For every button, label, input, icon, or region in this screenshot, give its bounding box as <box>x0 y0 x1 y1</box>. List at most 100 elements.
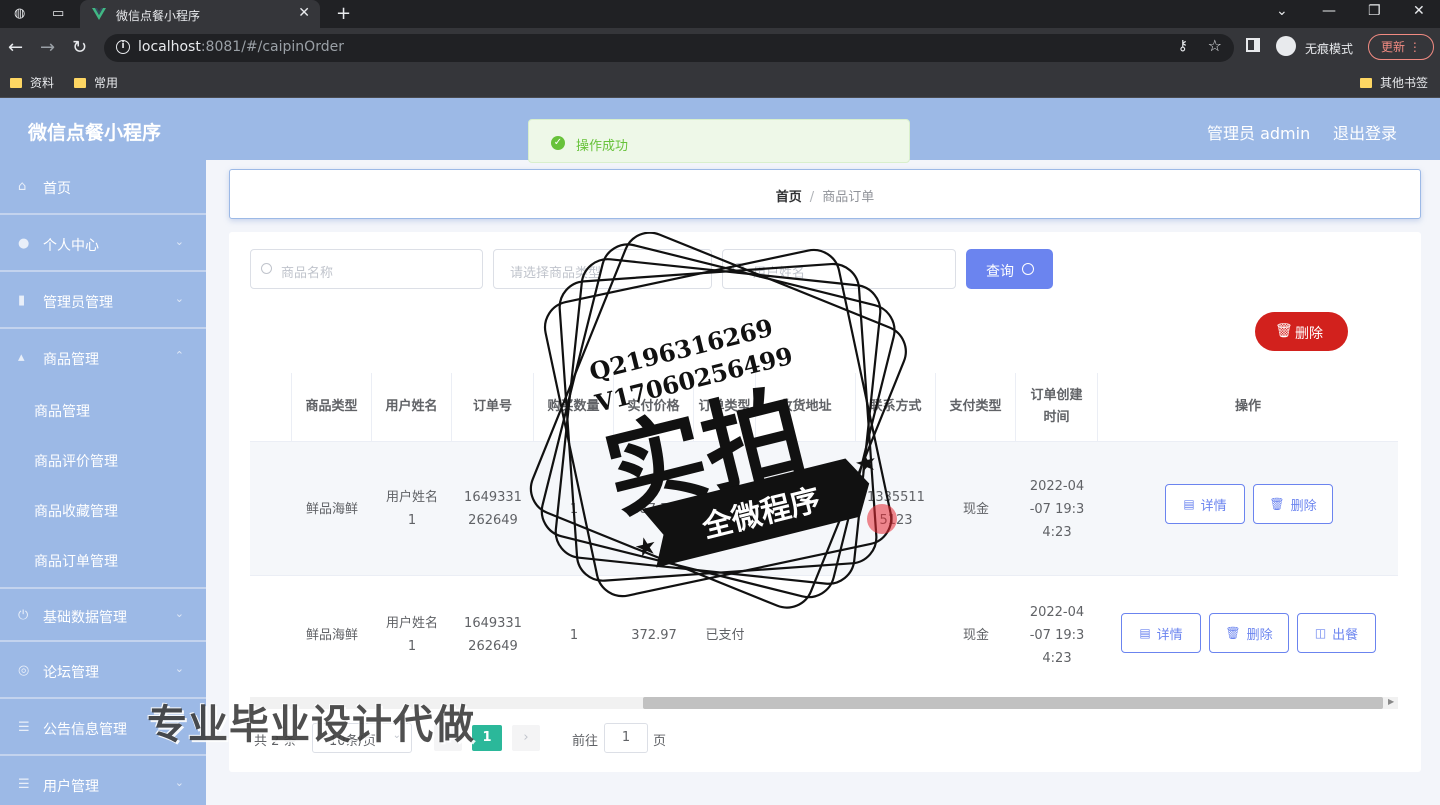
button-label: 查询 <box>986 264 1014 280</box>
sidebar-item-admins[interactable]: ▮ 管理员管理 ⌄ <box>0 274 206 329</box>
home-icon: ⌂ <box>18 179 27 194</box>
cell-created: 2022-04-07 19:34:23 <box>1029 478 1085 540</box>
sidebar-item-base-data[interactable]: ⏻ 基础数据管理 ⌄ <box>0 587 206 642</box>
scroll-right-icon[interactable]: ▶ <box>1388 697 1394 706</box>
update-button[interactable]: 更新 ⋮ <box>1368 34 1434 60</box>
click-indicator <box>867 504 897 534</box>
sidebar-item-label: 公告信息管理 <box>43 722 127 738</box>
minimize-icon[interactable]: — <box>1322 3 1336 19</box>
trash-icon: 🗑 <box>1275 323 1293 339</box>
delete-button[interactable]: 🗑 删除 <box>1209 613 1289 653</box>
close-tab-icon[interactable]: ✕ <box>298 5 310 21</box>
folder-icon <box>74 78 86 88</box>
cell-order-no: 1649331262649 <box>464 490 522 528</box>
sidebar-item-label: 论坛管理 <box>43 665 99 681</box>
cell-pay-type: 现金 <box>962 501 989 517</box>
list-icon: ☰ <box>18 720 30 735</box>
admin-label: 管理员 admin <box>1207 124 1311 143</box>
url-text: localhost:8081/#/caipinOrder <box>138 39 344 55</box>
browser-tab[interactable]: 微信点餐小程序 ✕ <box>80 0 320 28</box>
detail-button[interactable]: ▤ 详情 <box>1165 484 1245 524</box>
chevron-down-icon: ⌄ <box>174 235 184 248</box>
close-window-icon[interactable]: ✕ <box>1413 3 1425 19</box>
bookmark-folder-ziliao[interactable]: 资料 <box>10 74 54 91</box>
folder-icon <box>1360 78 1372 88</box>
chevron-down-icon: ⌄ <box>174 292 184 305</box>
chevron-down-icon: ⌄ <box>174 607 184 620</box>
vue-logo-icon <box>92 8 106 20</box>
trash-icon: 🗑 <box>1269 497 1285 511</box>
thumb-icon: ▴ <box>18 350 25 365</box>
chevron-down-icon[interactable]: ⌄ <box>1276 3 1288 19</box>
sidebar-subitem-favorites[interactable]: 商品收藏管理 <box>0 485 206 535</box>
document-icon: ▤ <box>1139 626 1151 640</box>
chevron-down-icon: ⌄ <box>174 662 184 675</box>
serve-meal-button[interactable]: ◫ 出餐 <box>1297 613 1376 653</box>
breadcrumb-current: 商品订单 <box>822 190 875 205</box>
cell-user-name: 用户姓名1 <box>386 490 439 528</box>
sidebar-item-label: 基础数据管理 <box>43 610 127 626</box>
search-icon <box>261 263 272 274</box>
sidebar-item-label: 用户管理 <box>43 779 99 795</box>
sidebar-item-home[interactable]: ⌂ 首页 <box>0 160 206 215</box>
sidebar-subitem-orders[interactable]: 商品订单管理 <box>0 535 206 585</box>
batch-delete-button[interactable]: 🗑 删除 <box>1255 312 1348 351</box>
breadcrumb-home[interactable]: 首页 <box>776 190 802 205</box>
info-icon[interactable]: i <box>116 40 130 54</box>
forward-icon[interactable]: → <box>40 37 55 58</box>
bookmark-folder-changyong[interactable]: 常用 <box>74 74 118 91</box>
browser-toolbar: ← → ↻ i localhost:8081/#/caipinOrder ⚷ ☆ <box>0 28 1440 68</box>
sidebar-subitem-reviews[interactable]: 商品评价管理 <box>0 435 206 485</box>
bookmark-star-icon[interactable]: ☆ <box>1208 36 1222 55</box>
next-page-button[interactable]: › <box>512 725 540 751</box>
sidebar-item-products[interactable]: ▴ 商品管理 ⌃ <box>0 331 206 386</box>
incognito-icon <box>1276 36 1296 56</box>
breadcrumb-card: 首页 / 商品订单 <box>229 169 1421 219</box>
delete-button[interactable]: 🗑 删除 <box>1253 484 1333 524</box>
check-circle-icon: ✓ <box>551 136 565 150</box>
detail-button[interactable]: ▤ 详情 <box>1121 613 1201 653</box>
window-icon[interactable]: ▭ <box>52 6 64 21</box>
chevron-up-icon: ⌃ <box>174 349 184 362</box>
button-label: 出餐 <box>1332 627 1359 643</box>
placeholder: 商品名称 <box>281 266 334 281</box>
browser-tab-bar: ◍ ▭ 微信点餐小程序 ✕ + ⌄ — ❐ ✕ <box>0 0 1440 28</box>
globe-icon[interactable]: ◍ <box>14 6 25 21</box>
goto-page-input[interactable]: 1 <box>604 723 648 753</box>
table-header: 商品类型 <box>292 373 372 441</box>
bookmarks-bar: 资料 常用 其他书签 <box>0 68 1440 98</box>
new-tab-icon[interactable]: + <box>336 3 351 24</box>
sidebar-item-users[interactable]: ☰ 用户管理 ⌄ <box>0 758 206 805</box>
address-bar[interactable]: i localhost:8081/#/caipinOrder ⚷ ☆ <box>104 34 1234 62</box>
sidebar-item-label: 商品管理 <box>43 352 99 368</box>
sidebar-item-label: 个人中心 <box>43 238 99 254</box>
button-label: 删除 <box>1290 498 1317 514</box>
key-icon[interactable]: ⚷ <box>1178 38 1188 54</box>
query-button[interactable]: 查询 <box>966 249 1053 289</box>
sidebar-subitem-products[interactable]: 商品管理 <box>0 385 206 435</box>
button-label: 详情 <box>1156 627 1183 643</box>
table-header: 订单号 <box>452 373 534 441</box>
breadcrumb-separator: / <box>809 190 815 205</box>
button-label: 删除 <box>1295 326 1323 342</box>
current-page-button[interactable]: 1 <box>472 725 502 751</box>
chevron-down-icon: ⌄ <box>174 776 184 789</box>
document-icon: ▤ <box>1183 497 1195 511</box>
sidebar-item-forum[interactable]: ◎ 论坛管理 ⌄ <box>0 644 206 699</box>
product-name-input[interactable]: 商品名称 <box>250 249 483 289</box>
reload-icon[interactable]: ↻ <box>72 37 87 58</box>
restore-icon[interactable]: ❐ <box>1368 3 1381 19</box>
sidebar-item-label: 商品管理 <box>34 404 90 420</box>
cell-product-type: 鲜品海鲜 <box>305 501 358 517</box>
back-icon[interactable]: ← <box>8 37 23 58</box>
sidebar-item-label: 商品评价管理 <box>34 454 118 470</box>
other-bookmarks[interactable]: 其他书签 <box>1360 74 1428 91</box>
logout-link[interactable]: 退出登录 <box>1333 120 1397 144</box>
table-horizontal-scrollbar[interactable] <box>643 697 1383 709</box>
side-panel-icon[interactable] <box>1246 38 1260 52</box>
sidebar-item-profile[interactable]: ● 个人中心 ⌄ <box>0 217 206 272</box>
sidebar-item-label: 商品订单管理 <box>34 554 118 570</box>
page-unit-label: 页 <box>653 734 667 749</box>
app-title: 微信点餐小程序 <box>28 122 162 144</box>
book-icon: ◫ <box>1314 626 1327 640</box>
